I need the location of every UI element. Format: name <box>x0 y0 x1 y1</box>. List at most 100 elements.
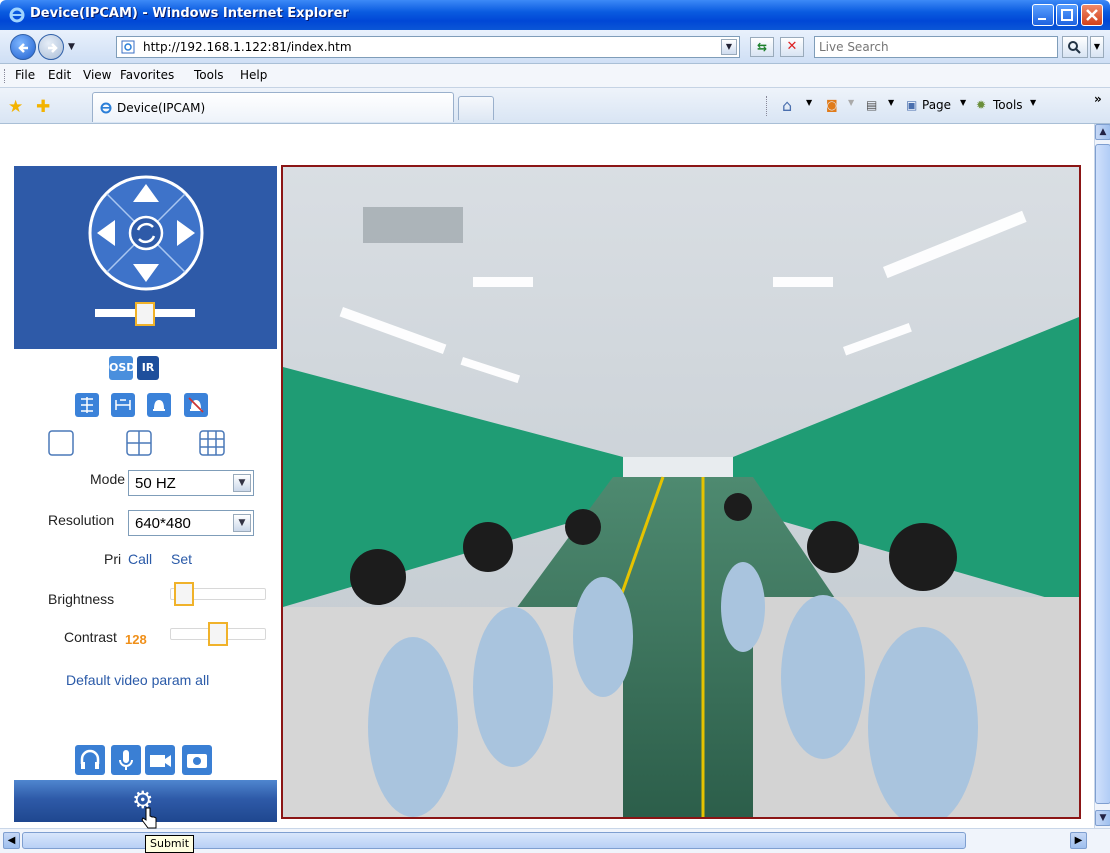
bell-off-icon <box>188 397 204 413</box>
brightness-label: Brightness <box>48 591 115 607</box>
alarm-on-button[interactable] <box>147 393 171 417</box>
toolbar-separator <box>766 96 767 116</box>
print-dropdown-icon[interactable]: ▼ <box>888 98 894 107</box>
factory-floor-video-frame <box>283 167 1079 817</box>
search-icon <box>1068 41 1081 54</box>
window-title: Device(IPCAM) - Windows Internet Explore… <box>30 6 349 21</box>
address-url: http://192.168.1.122:81/index.htm <box>143 40 352 54</box>
tools-gear-icon: ✹ <box>976 98 987 112</box>
resolution-value: 640*480 <box>135 515 191 532</box>
horizontal-patrol-icon <box>115 399 131 410</box>
back-button[interactable] <box>10 34 36 60</box>
chevron-down-icon: ▼ <box>233 514 251 532</box>
add-favorites-icon[interactable]: ✚ <box>36 97 50 117</box>
close-icon <box>1086 9 1098 21</box>
live-video-view[interactable] <box>281 165 1081 819</box>
stop-button[interactable]: ✕ <box>780 37 804 57</box>
ir-button[interactable]: IR <box>137 356 159 380</box>
menu-favorites[interactable]: Favorites <box>120 68 174 82</box>
vertical-patrol-button[interactable] <box>75 393 99 417</box>
vertical-patrol-icon <box>81 397 93 413</box>
address-field[interactable]: http://192.168.1.122:81/index.htm ▼ <box>116 36 740 58</box>
address-dropdown-icon[interactable]: ▼ <box>721 39 737 55</box>
contrast-label: Contrast <box>64 629 117 645</box>
preset-set-link[interactable]: Set <box>171 551 192 567</box>
page-dropdown-icon[interactable]: ▼ <box>960 98 966 107</box>
brightness-slider-thumb[interactable] <box>173 582 194 606</box>
bell-icon <box>153 400 165 411</box>
microphone-icon <box>119 750 133 770</box>
chevron-down-icon: ▼ <box>233 474 251 492</box>
ptz-direction-pad[interactable] <box>87 174 205 292</box>
preset-call-link[interactable]: Call <box>128 551 152 567</box>
scroll-right-button[interactable]: ▶ <box>1070 832 1087 849</box>
address-toolbar: ▼ http://192.168.1.122:81/index.htm ▼ ⇆ … <box>0 30 1110 64</box>
feeds-icon[interactable]: ◙ <box>826 98 838 112</box>
submit-tooltip: Submit <box>145 835 195 853</box>
ie-logo-icon <box>9 7 25 23</box>
new-tab-button[interactable] <box>458 96 494 120</box>
home-icon[interactable]: ⌂ <box>782 96 792 115</box>
menu-tools[interactable]: Tools <box>194 68 224 82</box>
record-button[interactable] <box>145 745 175 775</box>
ptz-control-area <box>14 166 277 349</box>
menu-edit[interactable]: Edit <box>48 68 71 82</box>
minimize-button[interactable] <box>1032 4 1054 26</box>
page-content: OSD IR Mode 50 HZ ▼ Resolution 640*480 ▼… <box>0 124 1094 828</box>
menu-file[interactable]: File <box>15 68 35 82</box>
close-button[interactable] <box>1081 4 1103 26</box>
page-menu-icon: ▣ <box>906 98 918 112</box>
feeds-dropdown-icon[interactable]: ▼ <box>848 98 854 107</box>
contrast-value: 128 <box>125 632 147 647</box>
listen-button[interactable] <box>75 745 105 775</box>
snapshot-button[interactable] <box>182 745 212 775</box>
search-button[interactable] <box>1062 36 1088 58</box>
toolbar-overflow-icon[interactable]: » <box>1094 92 1102 106</box>
mode-label: Mode <box>90 471 126 487</box>
tools-menu-button[interactable]: Tools <box>993 98 1023 112</box>
minimize-icon <box>1038 18 1046 20</box>
search-field[interactable] <box>814 36 1058 58</box>
tab-bar: ★ ✚ Device(IPCAM) ⌂ ▼ ◙ ▼ ▤ ▼ ▣ Page ▼ ✹… <box>0 88 1110 124</box>
osd-button[interactable]: OSD <box>109 356 135 380</box>
menu-view[interactable]: View <box>83 68 111 82</box>
default-video-params-link[interactable]: Default video param all <box>66 672 209 688</box>
vertical-scroll-thumb[interactable] <box>1095 144 1110 804</box>
contrast-slider-thumb[interactable] <box>208 622 228 646</box>
horizontal-patrol-button[interactable] <box>111 393 135 417</box>
zoom-slider-thumb[interactable] <box>135 302 155 326</box>
maximize-button[interactable] <box>1056 4 1078 26</box>
scroll-down-button[interactable]: ▼ <box>1095 810 1110 826</box>
resolution-select[interactable]: 640*480 ▼ <box>128 510 254 536</box>
favorites-star-icon[interactable]: ★ <box>8 97 23 117</box>
menu-bar: File Edit View Favorites Tools Help <box>0 64 1110 88</box>
refresh-button[interactable]: ⇆ <box>750 37 774 57</box>
video-camera-icon <box>150 755 171 767</box>
quad-view-icon[interactable] <box>124 428 154 458</box>
print-icon[interactable]: ▤ <box>866 98 877 112</box>
tab-device-ipcam[interactable]: Device(IPCAM) <box>92 92 454 122</box>
page-menu-button[interactable]: Page <box>922 98 951 112</box>
page-icon <box>121 40 135 54</box>
search-options-dropdown[interactable]: ▼ <box>1090 36 1104 58</box>
search-input[interactable] <box>819 38 1049 56</box>
tab-label: Device(IPCAM) <box>117 101 206 115</box>
mode-select[interactable]: 50 HZ ▼ <box>128 470 254 496</box>
menu-help[interactable]: Help <box>240 68 267 82</box>
history-dropdown-icon[interactable]: ▼ <box>68 42 75 52</box>
nine-view-icon[interactable] <box>197 428 227 458</box>
scroll-left-button[interactable]: ◀ <box>3 832 20 849</box>
hand-cursor-icon <box>141 807 157 829</box>
mode-value: 50 HZ <box>135 475 176 492</box>
single-view-icon[interactable] <box>46 428 76 458</box>
vertical-scrollbar[interactable]: ▲ ▼ <box>1094 124 1110 828</box>
scroll-up-button[interactable]: ▲ <box>1095 124 1110 140</box>
alarm-off-button[interactable] <box>184 393 208 417</box>
forward-button[interactable] <box>38 34 64 60</box>
camera-icon <box>187 754 207 768</box>
home-dropdown-icon[interactable]: ▼ <box>806 98 812 107</box>
talk-button[interactable] <box>111 745 141 775</box>
tools-dropdown-icon[interactable]: ▼ <box>1030 98 1036 107</box>
resolution-label: Resolution <box>48 512 115 528</box>
preset-label: Pri <box>104 551 122 567</box>
